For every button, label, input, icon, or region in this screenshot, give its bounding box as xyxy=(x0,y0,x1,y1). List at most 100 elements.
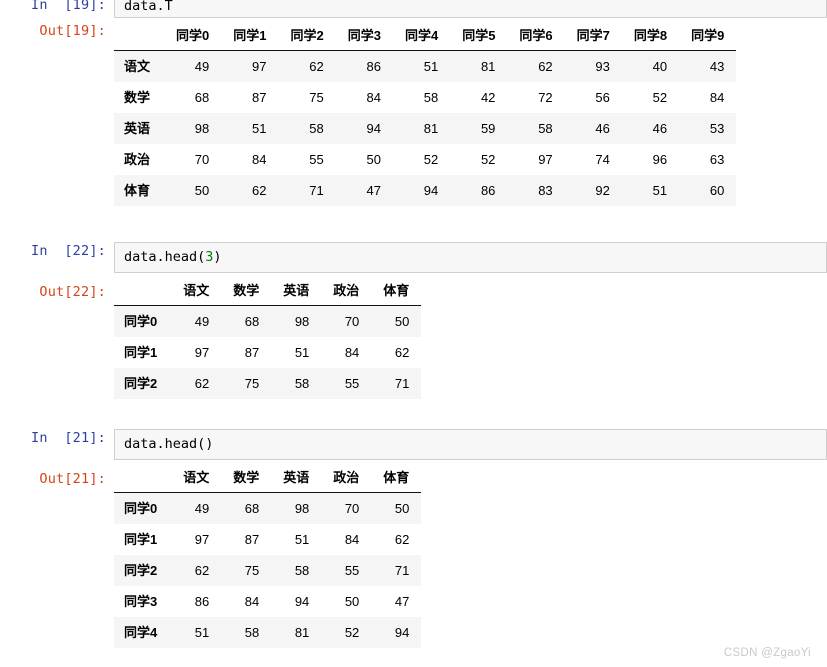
table-cell: 62 xyxy=(194,563,210,578)
column-header: 政治 xyxy=(321,462,372,493)
table-row: 同学2 62 75 58 55 71 xyxy=(114,555,422,586)
column-header: 同学8 xyxy=(621,20,680,51)
table-cell: 71 xyxy=(309,183,324,198)
table-cell: 55 xyxy=(344,563,360,578)
dataframe-output-19: 同学0 同学1 同学2 同学3 同学4 同学5 同学6 同学7 同学8 同学9 xyxy=(114,18,827,206)
table-cell: 70 xyxy=(194,152,210,167)
table-cell: 93 xyxy=(595,59,610,74)
table-cell: 43 xyxy=(709,59,725,74)
table-cell: 58 xyxy=(294,376,310,391)
table-cell: 46 xyxy=(595,121,610,136)
table-cell: 51 xyxy=(294,532,310,547)
column-header: 同学7 xyxy=(564,20,622,51)
table-cell: 71 xyxy=(394,563,410,578)
table-cell: 84 xyxy=(344,532,360,547)
row-index-label: 同学0 xyxy=(124,314,158,329)
code-line-22: data.head(3) xyxy=(124,248,826,266)
table-row: 语文 49 97 62 86 51 81 62 93 40 43 xyxy=(114,50,737,82)
column-header: 同学6 xyxy=(507,20,565,51)
table-cell: 51 xyxy=(294,345,310,360)
table-cell: 87 xyxy=(244,345,260,360)
table-cell: 53 xyxy=(709,121,725,136)
code-editor-19[interactable]: data.T xyxy=(114,0,827,18)
table-cell: 97 xyxy=(194,345,210,360)
cell-input-row: In [21]: data.head() xyxy=(0,429,827,460)
table-cell: 94 xyxy=(366,121,381,136)
cell-output-row: Out[19]: 同学0 同学1 同学2 同学3 同学4 同学5 同学6 同学7… xyxy=(0,18,827,206)
column-header: 语文 xyxy=(171,275,222,306)
table-cell: 51 xyxy=(652,183,668,198)
table-cell: 51 xyxy=(252,121,267,136)
table-cell: 83 xyxy=(538,183,553,198)
output-prompt-19: Out[19]: xyxy=(39,23,106,39)
table-corner-cell xyxy=(114,20,165,51)
table-corner-cell xyxy=(114,275,172,306)
table-cell: 58 xyxy=(294,563,310,578)
table-header-row: 语文 数学 英语 政治 体育 xyxy=(114,275,422,306)
table-row: 同学4 51 58 81 52 94 xyxy=(114,617,422,648)
row-index-label: 同学2 xyxy=(124,376,158,391)
table-cell: 46 xyxy=(652,121,668,136)
table-cell: 68 xyxy=(244,314,260,329)
table-cell: 84 xyxy=(252,152,267,167)
table-cell: 52 xyxy=(652,90,668,105)
code-editor-22[interactable]: data.head(3) xyxy=(114,242,827,273)
table-cell: 58 xyxy=(244,625,260,640)
table-cell: 58 xyxy=(538,121,553,136)
output-prompt-21: Out[21]: xyxy=(39,471,106,487)
table-cell: 97 xyxy=(252,59,267,74)
table-cell: 51 xyxy=(194,625,210,640)
table-cell: 97 xyxy=(194,532,210,547)
table-cell: 86 xyxy=(194,594,210,609)
table-cell: 62 xyxy=(194,376,210,391)
table-body: 语文 49 97 62 86 51 81 62 93 40 43 数学 68 8… xyxy=(114,50,737,206)
column-header: 同学3 xyxy=(335,20,393,51)
table-cell: 47 xyxy=(366,183,381,198)
table-cell: 55 xyxy=(309,152,324,167)
code-editor-21[interactable]: data.head() xyxy=(114,429,827,460)
table-cell: 50 xyxy=(366,152,381,167)
table-header-row: 语文 数学 英语 政治 体育 xyxy=(114,462,422,493)
table-head: 同学0 同学1 同学2 同学3 同学4 同学5 同学6 同学7 同学8 同学9 xyxy=(114,20,737,51)
cell-spacer xyxy=(0,399,827,429)
table-cell: 42 xyxy=(480,90,496,105)
table-row: 英语 98 51 58 94 81 59 58 46 46 53 xyxy=(114,113,737,144)
column-header: 同学9 xyxy=(679,20,737,51)
row-index-label: 语文 xyxy=(124,59,151,74)
cell-spacer xyxy=(0,206,827,242)
table-cell: 50 xyxy=(394,314,410,329)
notebook-cell-22: In [22]: data.head(3) Out[22]: 语文 数学 英语 … xyxy=(0,242,827,399)
table-body: 同学0 49 68 98 70 50 同学1 97 87 51 84 62 同学… xyxy=(114,492,422,648)
notebook-cell-19: In [19]: data.T Out[19]: 同学0 同学1 同学2 同学3 xyxy=(0,0,827,206)
table-row: 政治 70 84 55 50 52 52 97 74 96 63 xyxy=(114,144,737,175)
table-cell: 47 xyxy=(394,594,410,609)
table-cell: 58 xyxy=(309,121,324,136)
row-index-label: 政治 xyxy=(124,152,151,167)
table-cell: 62 xyxy=(309,59,324,74)
table-cell: 97 xyxy=(538,152,553,167)
code-line-21: data.head() xyxy=(124,435,826,453)
row-index-label: 数学 xyxy=(124,90,151,105)
column-header: 同学2 xyxy=(278,20,336,51)
table-cell: 62 xyxy=(252,183,267,198)
table-corner-cell xyxy=(114,462,172,493)
table-cell: 70 xyxy=(344,501,360,516)
table-cell: 62 xyxy=(394,345,410,360)
table-cell: 98 xyxy=(294,314,310,329)
table-cell: 98 xyxy=(294,501,310,516)
table-cell: 75 xyxy=(244,376,260,391)
table-cell: 87 xyxy=(252,90,267,105)
column-header: 数学 xyxy=(221,275,272,306)
table-cell: 63 xyxy=(709,152,725,167)
table-cell: 50 xyxy=(194,183,210,198)
cell-input-row: In [22]: data.head(3) xyxy=(0,242,827,273)
code-text-21: data.head() xyxy=(124,436,214,452)
csdn-watermark: CSDN @ZgaoYi xyxy=(723,647,811,659)
dataframe-table-21: 语文 数学 英语 政治 体育 同学0 49 68 98 70 50 同学1 97… xyxy=(114,462,422,648)
row-index-label: 同学0 xyxy=(124,501,158,516)
table-cell: 51 xyxy=(423,59,439,74)
table-cell: 50 xyxy=(344,594,360,609)
table-head: 语文 数学 英语 政治 体育 xyxy=(114,462,422,493)
cell-output-row: Out[21]: 语文 数学 英语 政治 体育 同学0 49 68 98 70 … xyxy=(0,460,827,648)
table-cell: 49 xyxy=(194,501,210,516)
